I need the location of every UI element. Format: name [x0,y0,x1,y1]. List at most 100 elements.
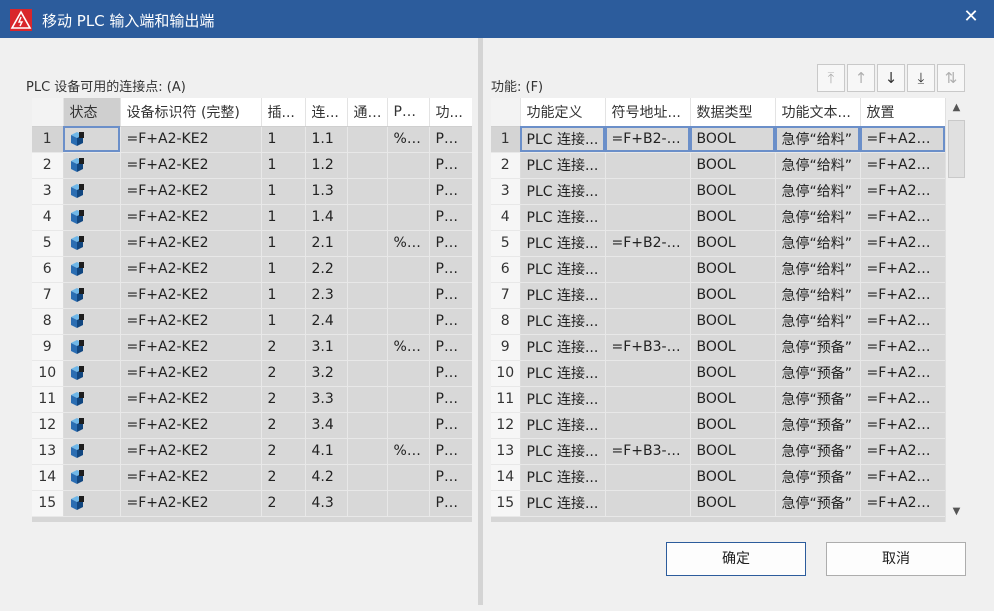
column-header-status[interactable]: 状态 [63,98,121,127]
table-cell-place[interactable]: =F+A2&E... [860,334,945,361]
table-cell-pl[interactable]: %I... [387,438,430,465]
table-cell-text[interactable]: 急停“预备” [775,490,861,517]
table-row[interactable]: 9 PLC 连接... =F+B3-S... BOOL 急停“预备” =F+A2&E... [491,334,945,361]
table-cell-place[interactable]: =F+A2&E... [860,490,945,517]
row-header[interactable]: 5 [491,230,521,257]
connection-points-grid[interactable]: 状态 设备标识符 (完整) 插... 连... 通... PL... 功... … [32,98,472,522]
table-cell-pl[interactable] [387,282,430,309]
table-cell-text[interactable]: 急停“预备” [775,464,861,491]
table-cell-addr[interactable] [605,490,691,517]
column-header-function[interactable]: 功... [429,98,472,127]
row-header[interactable]: 12 [491,412,521,439]
table-row[interactable]: 5 PLC 连接... =F+B2-S... BOOL 急停“给料” =F+A2&E... [491,230,945,257]
table-cell-conn[interactable]: 2.3 [305,282,348,309]
table-cell-dev[interactable]: =F+A2-KE2 [120,152,262,179]
table-cell-conn[interactable]: 3.2 [305,360,348,387]
table-cell-place[interactable]: =F+A2&E... [860,256,945,283]
table-row[interactable]: 15 PLC 连接... BOOL 急停“预备” =F+A2&E... [491,490,945,517]
table-row[interactable]: 11 PLC 连接... BOOL 急停“预备” =F+A2&E... [491,386,945,413]
row-header[interactable]: 2 [32,152,64,179]
scroll-up-arrow-icon[interactable]: ▲ [946,99,967,117]
status-cell[interactable] [63,126,121,153]
row-header[interactable]: 13 [32,438,64,465]
table-cell-fn[interactable]: PLC... [429,490,472,517]
table-cell-place[interactable]: =F+A2&E... [860,282,945,309]
status-cell[interactable] [63,204,121,231]
table-cell-def[interactable]: PLC 连接... [520,230,606,257]
table-cell-ch[interactable] [347,334,388,361]
scroll-down-arrow-icon[interactable]: ▼ [946,503,967,521]
table-cell-place[interactable]: =F+A2&E... [860,126,945,153]
table-row[interactable]: 15 =F+A2-KE2 2 4.3 PLC... [32,490,472,517]
row-header[interactable]: 4 [491,204,521,231]
table-cell-addr[interactable] [605,256,691,283]
table-cell-fn[interactable]: PLC... [429,282,472,309]
table-cell-def[interactable]: PLC 连接... [520,386,606,413]
table-cell-def[interactable]: PLC 连接... [520,360,606,387]
table-cell-pl[interactable] [387,256,430,283]
move-top-button[interactable]: ⤒ [817,64,845,92]
table-cell-fn[interactable]: PLC... [429,126,472,153]
table-cell-conn[interactable]: 4.2 [305,464,348,491]
table-cell-addr[interactable] [605,152,691,179]
column-header-placement[interactable]: 放置 [860,98,945,127]
status-cell[interactable] [63,464,121,491]
table-cell-addr[interactable] [605,204,691,231]
table-cell-text[interactable]: 急停“给料” [775,256,861,283]
table-row[interactable]: 7 =F+A2-KE2 1 2.3 PLC... [32,282,472,309]
table-cell-fn[interactable]: PLC... [429,334,472,361]
table-cell-place[interactable]: =F+A2&E... [860,386,945,413]
table-cell-fn[interactable]: PLC... [429,438,472,465]
row-header[interactable]: 13 [491,438,521,465]
table-row[interactable]: 10 PLC 连接... BOOL 急停“预备” =F+A2&E... [491,360,945,387]
status-cell[interactable] [63,178,121,205]
table-cell-type[interactable]: BOOL [690,282,776,309]
status-cell[interactable] [63,360,121,387]
table-cell-def[interactable]: PLC 连接... [520,152,606,179]
table-cell-place[interactable]: =F+A2&E... [860,438,945,465]
table-cell-fn[interactable]: PLC... [429,464,472,491]
table-cell-addr[interactable]: =F+B2-S... [605,126,691,153]
status-cell[interactable] [63,230,121,257]
table-cell-pl[interactable] [387,490,430,517]
table-cell-dev[interactable]: =F+A2-KE2 [120,308,262,335]
table-cell-ch[interactable] [347,490,388,517]
table-cell-text[interactable]: 急停“预备” [775,334,861,361]
table-cell-pl[interactable] [387,386,430,413]
table-cell-conn[interactable]: 3.4 [305,412,348,439]
row-header[interactable]: 10 [491,360,521,387]
table-cell-type[interactable]: BOOL [690,438,776,465]
table-cell-slot[interactable]: 2 [261,386,306,413]
status-cell[interactable] [63,308,121,335]
column-header-slot[interactable]: 插... [261,98,306,127]
table-cell-ch[interactable] [347,178,388,205]
table-cell-slot[interactable]: 2 [261,490,306,517]
table-row[interactable]: 13 PLC 连接... =F+B3-S... BOOL 急停“预备” =F+A2&E..… [491,438,945,465]
table-row[interactable]: 8 =F+A2-KE2 1 2.4 PLC... [32,308,472,335]
close-button[interactable]: ✕ [956,4,986,30]
row-header[interactable]: 3 [491,178,521,205]
table-cell-fn[interactable]: PLC... [429,412,472,439]
table-cell-type[interactable]: BOOL [690,490,776,517]
table-cell-def[interactable]: PLC 连接... [520,412,606,439]
move-up-button[interactable]: ↑ [847,64,875,92]
table-cell-addr[interactable]: =F+B2-S... [605,230,691,257]
table-cell-text[interactable]: 急停“预备” [775,438,861,465]
row-header[interactable]: 14 [32,464,64,491]
table-cell-ch[interactable] [347,438,388,465]
row-header[interactable]: 11 [32,386,64,413]
table-cell-place[interactable]: =F+A2&E... [860,308,945,335]
table-cell-def[interactable]: PLC 连接... [520,464,606,491]
table-row[interactable]: 9 =F+A2-KE2 2 3.1 %I... PLC... [32,334,472,361]
row-header[interactable]: 6 [32,256,64,283]
table-cell-conn[interactable]: 1.3 [305,178,348,205]
table-cell-conn[interactable]: 1.1 [305,126,348,153]
table-cell-slot[interactable]: 2 [261,412,306,439]
table-cell-pl[interactable]: %I... [387,126,430,153]
table-cell-addr[interactable]: =F+B3-S... [605,334,691,361]
table-cell-type[interactable]: BOOL [690,152,776,179]
row-header[interactable]: 12 [32,412,64,439]
table-cell-pl[interactable] [387,178,430,205]
table-row[interactable]: 14 =F+A2-KE2 2 4.2 PLC... [32,464,472,491]
table-cell-pl[interactable] [387,464,430,491]
